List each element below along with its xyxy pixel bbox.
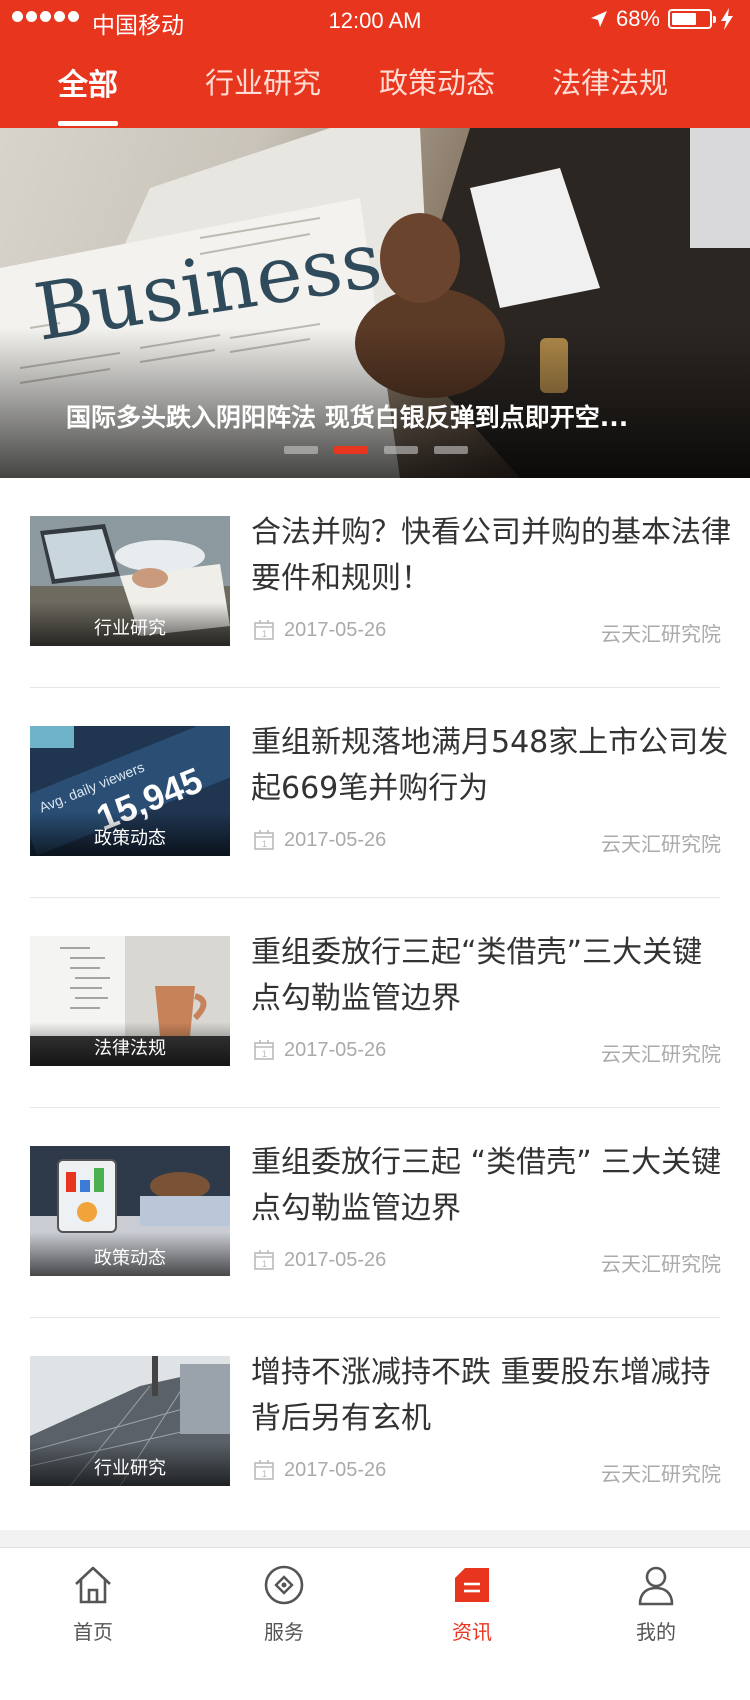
location-arrow-icon (590, 11, 607, 27)
tab-industry-research[interactable]: 行业研究 (205, 60, 321, 128)
tab-laws-regulations[interactable]: 法律法规 (552, 60, 668, 128)
tab-label: 法律法规 (552, 66, 669, 100)
nav-label: 资讯 (452, 1620, 492, 1644)
article-category-tag: 行业研究 (94, 1458, 166, 1479)
article-source: 云天汇研究院 (601, 832, 721, 856)
svg-text:1: 1 (262, 839, 267, 849)
article-category-tag: 政策动态 (94, 828, 166, 849)
article-thumbnail: 法律法规 (30, 936, 230, 1066)
article-title: 重组新规落地满月548家上市公司发起669笔并购行为 (251, 725, 729, 806)
article-item[interactable]: 法律法规 重组委放行三起“类借壳”三大关键点勾勒监管边界 1 2017-05-2… (0, 898, 750, 1108)
article-thumbnail: Avg. daily viewers 15,945 政策动态 (30, 726, 230, 856)
article-title: 重组委放行三起 “类借壳” 三大关键点勾勒监管边界 (251, 1145, 722, 1226)
carousel-dot[interactable] (434, 446, 468, 454)
calendar-icon: 1 (254, 620, 274, 640)
battery-icon (668, 9, 716, 29)
tab-label: 全部 (58, 68, 118, 103)
article-date: 2017-05-26 (284, 1459, 387, 1481)
article-date: 2017-05-26 (284, 829, 387, 851)
bottom-nav: 首页 服务 资讯 我的 (0, 1548, 750, 1700)
article-item[interactable]: 政策动态 重组委放行三起 “类借壳” 三大关键点勾勒监管边界 1 2017-05… (0, 1108, 750, 1318)
svg-text:1: 1 (262, 1469, 267, 1479)
banner-carousel[interactable]: Business 国际多头跌入阴阳阵法 现货白银反弹到点即开空... (0, 128, 750, 478)
banner-caption: 国际多头跌入阴阳阵法 现货白银反弹到点即开空... (66, 403, 629, 432)
article-meta: 1 2017-05-26 云天汇研究院 (253, 1246, 721, 1276)
nav-service[interactable]: 服务 (224, 1562, 344, 1645)
article-item[interactable]: 行业研究 合法并购？快看公司并购的基本法律要件和规则！ 1 2017-05-26… (0, 478, 750, 688)
carousel-indicators (284, 446, 468, 454)
carousel-dot-active[interactable] (334, 446, 368, 454)
status-right: 68% (590, 6, 734, 32)
svg-text:1: 1 (262, 1049, 267, 1059)
article-item[interactable]: Avg. daily viewers 15,945 政策动态 重组新规落地满月5… (0, 688, 750, 898)
article-source: 云天汇研究院 (601, 622, 721, 646)
article-date: 2017-05-26 (284, 1039, 387, 1061)
carousel-dot[interactable] (384, 446, 418, 454)
article-meta: 1 2017-05-26 云天汇研究院 (253, 616, 721, 646)
charging-bolt-icon (721, 8, 733, 30)
article-thumbnail: 政策动态 (30, 1146, 230, 1276)
article-meta: 1 2017-05-26 云天汇研究院 (253, 826, 721, 856)
nav-home[interactable]: 首页 (33, 1562, 153, 1645)
article-category-tag: 法律法规 (94, 1038, 166, 1059)
article-date: 2017-05-26 (284, 619, 387, 641)
status-bar: 中国移动 12:00 AM 68% (0, 0, 750, 40)
news-icon (455, 1568, 489, 1602)
calendar-icon: 1 (254, 830, 274, 850)
article-date: 2017-05-26 (284, 1249, 387, 1271)
home-icon (75, 1566, 111, 1604)
article-title: 重组委放行三起“类借壳”三大关键点勾勒监管边界 (251, 935, 703, 1016)
tab-label: 行业研究 (205, 66, 322, 100)
battery-percent: 68% (615, 6, 660, 31)
nav-separator (0, 1530, 750, 1548)
article-category-tag: 政策动态 (94, 1248, 166, 1269)
user-icon (638, 1566, 674, 1606)
article-thumbnail: 行业研究 (30, 1356, 230, 1486)
article-source: 云天汇研究院 (601, 1462, 721, 1486)
nav-mine[interactable]: 我的 (596, 1562, 716, 1645)
app-header: 中国移动 12:00 AM 68% 全部 行业研究 政策动态 法律法规 (0, 0, 750, 128)
nav-label: 首页 (73, 1620, 113, 1644)
calendar-icon: 1 (254, 1040, 274, 1060)
category-tabs: 全部 行业研究 政策动态 法律法规 (0, 60, 750, 128)
article-feed: 行业研究 合法并购？快看公司并购的基本法律要件和规则！ 1 2017-05-26… (0, 478, 750, 1530)
calendar-icon: 1 (254, 1460, 274, 1480)
article-title: 合法并购？快看公司并购的基本法律要件和规则！ (251, 515, 731, 596)
article-thumbnail: 行业研究 (30, 516, 230, 646)
svg-text:1: 1 (262, 1259, 267, 1269)
nav-label: 我的 (636, 1620, 676, 1644)
service-icon (264, 1565, 304, 1605)
article-category-tag: 行业研究 (94, 618, 166, 639)
nav-news[interactable]: 资讯 (412, 1562, 532, 1645)
calendar-icon: 1 (254, 1250, 274, 1270)
article-meta: 1 2017-05-26 云天汇研究院 (253, 1036, 721, 1066)
article-item[interactable]: 行业研究 增持不涨减持不跌 重要股东增减持背后另有玄机 1 2017-05-26… (0, 1318, 750, 1528)
carousel-dot[interactable] (284, 446, 318, 454)
nav-label: 服务 (264, 1620, 304, 1644)
svg-text:1: 1 (262, 629, 267, 639)
tab-label: 政策动态 (379, 66, 496, 100)
article-source: 云天汇研究院 (601, 1252, 721, 1276)
article-meta: 1 2017-05-26 云天汇研究院 (253, 1456, 721, 1486)
tab-active-indicator (58, 121, 118, 126)
article-source: 云天汇研究院 (601, 1042, 721, 1066)
tab-all[interactable]: 全部 (58, 60, 118, 128)
tab-policy-news[interactable]: 政策动态 (379, 60, 495, 128)
article-title: 增持不涨减持不跌 重要股东增减持背后另有玄机 (251, 1355, 711, 1436)
